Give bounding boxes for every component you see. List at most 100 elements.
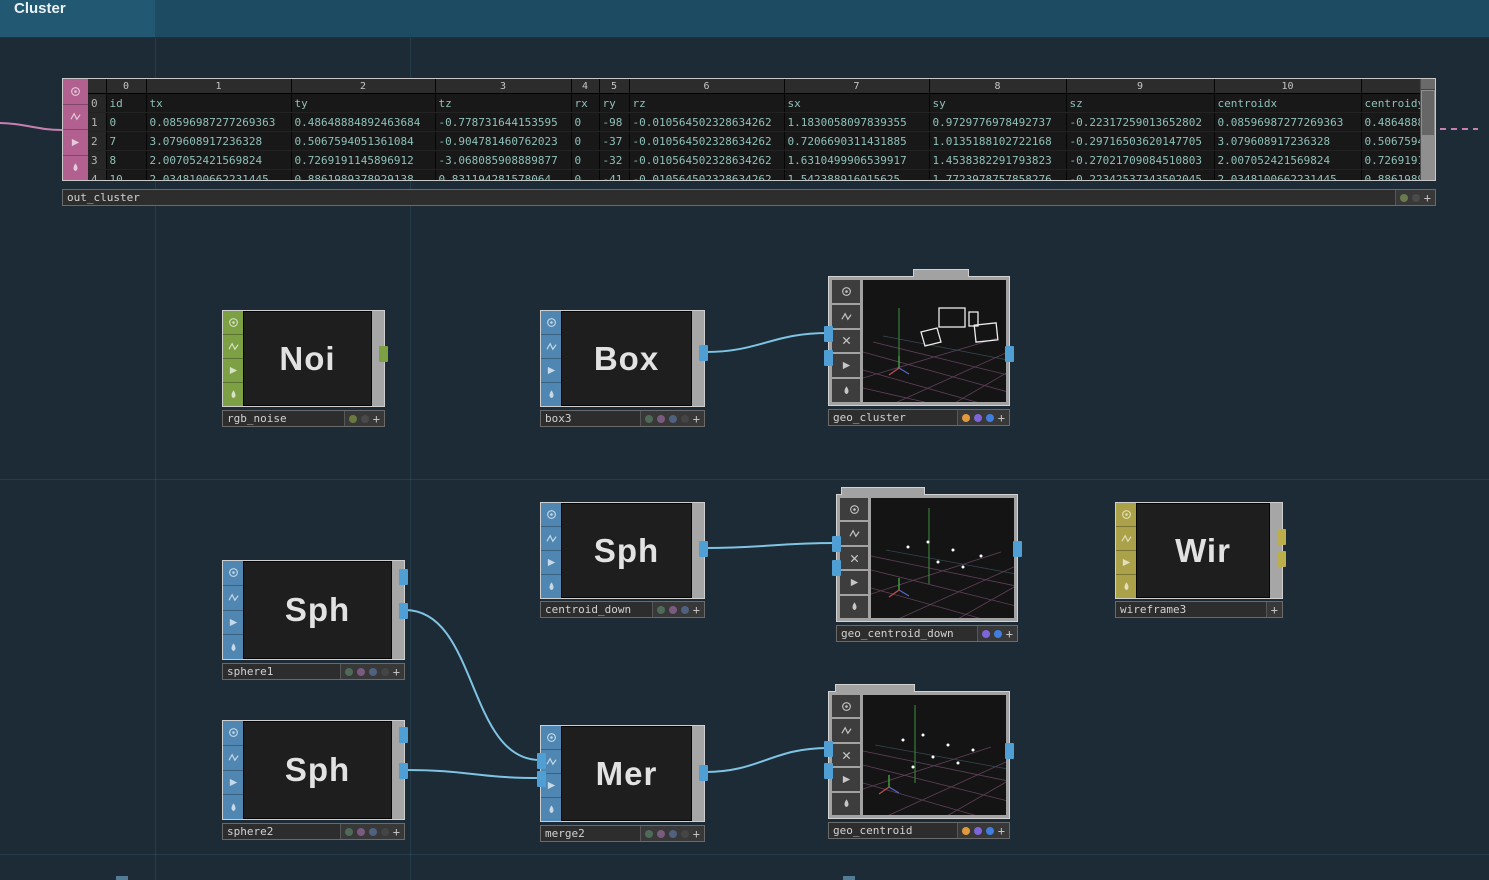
node-name[interactable]: geo_cluster [829,410,958,425]
network-editor[interactable]: Cluster 0 [0,0,1489,880]
add-flag-button[interactable]: + [998,824,1005,838]
node-namebar-geo-cluster[interactable]: geo_cluster + [828,409,1010,426]
node-geo-cluster[interactable] [828,276,1010,406]
input-connector[interactable] [537,771,546,787]
node-name[interactable]: centroid_down [541,602,653,617]
flag-dot[interactable] [381,828,389,836]
arrow-icon[interactable] [832,768,860,790]
arrow-icon[interactable] [223,611,243,636]
output-connector[interactable] [379,346,388,362]
wire-dat-input[interactable] [0,123,62,130]
pulse-icon[interactable] [63,105,88,131]
flag-dots[interactable]: + [641,826,704,841]
input-connector[interactable] [537,753,546,769]
arrow-icon[interactable] [1116,551,1136,575]
pulse-icon[interactable] [840,522,868,544]
cross-icon[interactable] [832,330,860,353]
scrollbar-button[interactable] [1421,79,1435,90]
node-namebar-sphere1[interactable]: sphere1 + [222,663,405,680]
input-connector[interactable] [824,350,833,366]
flag-dots[interactable]: + [341,824,404,839]
drop-icon[interactable] [832,793,860,815]
viewer-flag[interactable] [223,561,243,586]
node-name[interactable]: wireframe3 [1116,602,1267,617]
flag-dots[interactable]: + [1396,190,1435,205]
drop-icon[interactable] [541,575,561,598]
drop-icon[interactable] [63,156,88,181]
flag-dot[interactable] [357,828,365,836]
input-connector[interactable] [824,741,833,757]
pulse-icon[interactable] [832,719,860,741]
node-namebar-out-cluster[interactable]: out_cluster + [62,189,1436,206]
wire-sphere2-to-merge2[interactable] [405,770,540,778]
node-namebar-box3[interactable]: box3 + [540,410,705,427]
pulse-icon[interactable] [541,527,561,551]
pulse-icon[interactable] [223,586,243,611]
flag-dot[interactable] [345,668,353,676]
flag-dot[interactable] [681,830,689,838]
flag-dot[interactable] [645,830,653,838]
flag-dot[interactable] [681,606,689,614]
flag-dot[interactable] [1400,194,1408,202]
add-flag-button[interactable]: + [393,665,400,679]
pulse-icon[interactable] [832,305,860,328]
wire-sphere1-to-merge2[interactable] [405,610,540,760]
cross-icon[interactable] [832,744,860,766]
node-geo-centroid[interactable] [828,691,1010,819]
geo-top-tab[interactable] [841,487,925,495]
output-connector[interactable] [1013,541,1022,557]
viewer-flag[interactable] [223,721,243,746]
output-connector[interactable] [1005,743,1014,759]
node-merge2[interactable]: Mer [540,725,705,822]
node-name[interactable]: out_cluster [63,190,1396,205]
arrow-icon[interactable] [840,571,868,593]
flag-dot[interactable] [681,415,689,423]
node-sphere2[interactable]: Sph [222,720,405,820]
flag-dot[interactable] [657,606,665,614]
drop-icon[interactable] [832,379,860,402]
node-out-cluster[interactable]: 0 1 2 3 4 5 6 7 8 9 10 0 id tx [62,78,1436,181]
node-box3[interactable]: Box [540,310,705,407]
viewer-flag[interactable] [1116,503,1136,527]
node-namebar-merge2[interactable]: merge2 + [540,825,705,842]
flag-dot-pickable[interactable] [974,414,982,422]
drop-icon[interactable] [1116,575,1136,598]
flag-dot[interactable] [1412,194,1420,202]
flag-dots[interactable]: + [653,602,704,617]
wire-box3-to-geo-cluster[interactable] [705,333,828,352]
pulse-icon[interactable] [223,746,243,771]
node-centroid-down[interactable]: Sph [540,502,705,599]
scrollbar-handle[interactable] [1422,91,1434,135]
output-connector[interactable] [399,569,408,585]
drop-icon[interactable] [840,596,868,618]
flag-dot-render[interactable] [962,414,970,422]
add-flag-button[interactable]: + [693,827,700,841]
arrow-icon[interactable] [63,130,88,156]
flag-dot[interactable] [657,830,665,838]
viewer-flag[interactable] [832,280,860,303]
node-namebar-geo-centroid-down[interactable]: geo_centroid_down + [836,625,1018,642]
node-namebar-wireframe3[interactable]: wireframe3 + [1115,601,1283,618]
flag-dot-render[interactable] [962,827,970,835]
flag-dots[interactable]: + [1267,602,1282,617]
node-namebar-sphere2[interactable]: sphere2 + [222,823,405,840]
viewer-flag[interactable] [541,726,561,750]
geo-top-tab[interactable] [913,269,969,277]
input-connector[interactable] [832,536,841,552]
flag-dot[interactable] [361,415,369,423]
add-flag-button[interactable]: + [693,603,700,617]
node-name[interactable]: merge2 [541,826,641,841]
node-namebar-rgb-noise[interactable]: rgb_noise + [222,410,385,427]
node-name[interactable]: rgb_noise [223,411,345,426]
cross-icon[interactable] [840,547,868,569]
node-name[interactable]: geo_centroid_down [837,626,978,641]
node-namebar-centroid-down[interactable]: centroid_down + [540,601,705,618]
node-geo-centroid-down[interactable] [836,494,1018,622]
viewer-flag[interactable] [223,311,243,335]
add-flag-button[interactable]: + [1006,627,1013,641]
flag-dots[interactable]: + [341,664,404,679]
flag-dot-display[interactable] [994,630,1002,638]
drop-icon[interactable] [541,383,561,406]
viewer-flag[interactable] [541,311,561,335]
flag-dot[interactable] [369,668,377,676]
